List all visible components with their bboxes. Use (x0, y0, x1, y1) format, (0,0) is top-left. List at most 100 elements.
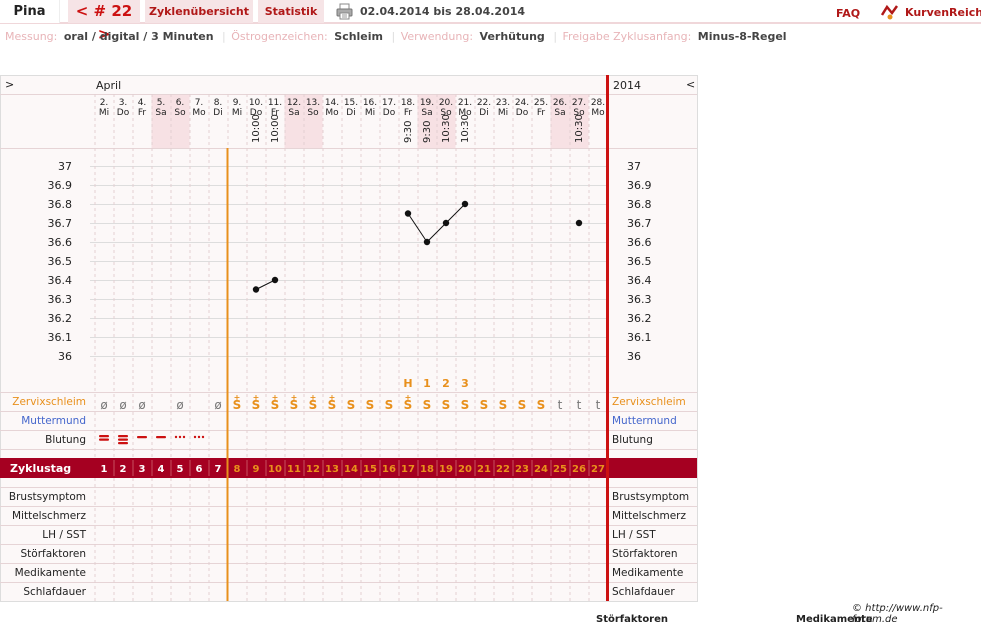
cycle-day-number: 11 (287, 464, 301, 475)
temp-tick-right: 36.6 (627, 236, 652, 249)
mucus-t-symbol: t (558, 398, 563, 412)
day-weekday: Fr (138, 108, 147, 118)
peak-marker: H (403, 377, 412, 390)
nav-next[interactable]: < (686, 78, 695, 91)
bleeding-spotting-dot (197, 435, 201, 439)
cycle-day-number: 5 (177, 464, 184, 475)
measure-time: 10:00 (251, 114, 262, 143)
peak-marker: 1 (423, 377, 431, 390)
day-date: 19. (420, 98, 434, 108)
day-weekday: Fr (404, 108, 413, 118)
day-date: 13. (306, 98, 320, 108)
temp-point[interactable] (575, 219, 583, 227)
day-date: 12. (287, 98, 301, 108)
day-weekday: Sa (155, 108, 166, 118)
measure-time: 9:30 (422, 121, 433, 143)
cycle-day-number: 15 (363, 464, 377, 475)
day-date: 18. (401, 98, 415, 108)
temp-tick-right: 36.1 (627, 331, 652, 344)
day-date: 3. (119, 98, 128, 108)
measure-time: 10:00 (270, 114, 281, 143)
row-label-extra-right: Schlafdauer (612, 586, 675, 598)
mucus-dry-symbol: ø (100, 398, 107, 412)
row-label-extra: LH / SST (42, 529, 86, 541)
row-label-extra: Brustsymptom (9, 491, 86, 503)
temp-tick-left: 36 (58, 350, 72, 363)
day-date: 5. (157, 98, 166, 108)
day-weekday: So (307, 108, 319, 118)
day-date: 14. (325, 98, 339, 108)
day-date: 25. (534, 98, 548, 108)
mucus-symbol: S (366, 398, 375, 412)
day-date: 20. (439, 98, 453, 108)
cycle-day-number: 16 (382, 464, 396, 475)
temp-point[interactable] (404, 210, 412, 217)
temp-tick-right: 36.5 (627, 255, 652, 268)
mucus-symbol: S (385, 398, 394, 412)
temp-point[interactable] (271, 276, 279, 284)
temp-point[interactable] (423, 238, 431, 246)
temp-tick-right: 36.4 (627, 274, 652, 287)
cycle-day-number: 19 (439, 464, 453, 475)
bleeding-heavy-mark (118, 438, 128, 441)
cycle-day-number: 20 (458, 464, 472, 475)
day-weekday: Mo (591, 108, 605, 118)
mucus-dry-symbol: ø (138, 398, 145, 412)
day-date: 22. (477, 98, 491, 108)
cycle-day-number: 14 (344, 464, 358, 475)
footer-label-medication: Medikamente (796, 614, 873, 625)
measure-time: 10:30 (460, 114, 471, 143)
footer-label-disturbances: Störfaktoren (596, 614, 669, 625)
row-label-extra-right: Mittelschmerz (612, 510, 686, 522)
mucus-t-symbol: t (596, 398, 601, 412)
day-weekday: Mi (498, 108, 508, 118)
row-label-mucus-right: Zervixschleim (612, 396, 686, 408)
day-weekday: Sa (554, 108, 565, 118)
year-label: 2014 (613, 79, 641, 92)
day-weekday: Mo (192, 108, 206, 118)
day-date: 26. (553, 98, 567, 108)
mucus-symbol: S (347, 398, 356, 412)
day-weekday: Mi (232, 108, 242, 118)
chart-panel (0, 75, 698, 602)
temp-tick-left: 36.7 (48, 217, 73, 230)
cycle-day-number: 21 (477, 464, 491, 475)
row-label-extra-right: Störfaktoren (612, 548, 677, 560)
cycle-day-number: 22 (496, 464, 510, 475)
nav-prev[interactable]: > (5, 78, 14, 91)
bleeding-heavy-mark (118, 435, 128, 438)
day-weekday: Di (213, 108, 222, 118)
temp-point[interactable] (252, 286, 260, 293)
mucus-dry-symbol: ø (214, 398, 221, 412)
temp-point[interactable] (442, 219, 450, 227)
day-date: 27. (572, 98, 586, 108)
mucus-plus-mark: + (253, 393, 260, 402)
cycle-day-number: 25 (553, 464, 567, 475)
temp-point[interactable] (461, 200, 469, 208)
cycle-day-number: 10 (268, 464, 282, 475)
cycle-day-number: 24 (534, 464, 548, 475)
day-date: 8. (214, 98, 223, 108)
cycle-day-number: 27 (591, 464, 605, 475)
mucus-symbol: S (423, 398, 432, 412)
day-weekday: Mo (325, 108, 339, 118)
bleeding-spotting-dot (178, 435, 182, 439)
day-weekday: Sa (421, 108, 432, 118)
mucus-plus-mark: + (272, 393, 279, 402)
day-date: 16. (363, 98, 377, 108)
bleeding-medium-mark (156, 436, 166, 439)
temp-tick-right: 37 (627, 160, 641, 173)
bleeding-spotting-dot (174, 435, 178, 439)
temp-tick-left: 36.9 (48, 179, 73, 192)
mucus-symbol: S (442, 398, 451, 412)
row-label-extra-right: LH / SST (612, 529, 656, 541)
day-date: 17. (382, 98, 396, 108)
cycle-day-number: 6 (196, 464, 203, 475)
cycle-day-number: 17 (401, 464, 415, 475)
day-date: 4. (138, 98, 147, 108)
cycle-day-number: 13 (325, 464, 339, 475)
bleeding-heavy-mark (118, 442, 128, 445)
temp-tick-left: 36.8 (48, 198, 73, 211)
measure-time: 10:30 (574, 114, 585, 143)
cycle-chart: 37 3736.9 36.936.8 36.836.7 36.736.6 36.636.5… (0, 75, 698, 602)
